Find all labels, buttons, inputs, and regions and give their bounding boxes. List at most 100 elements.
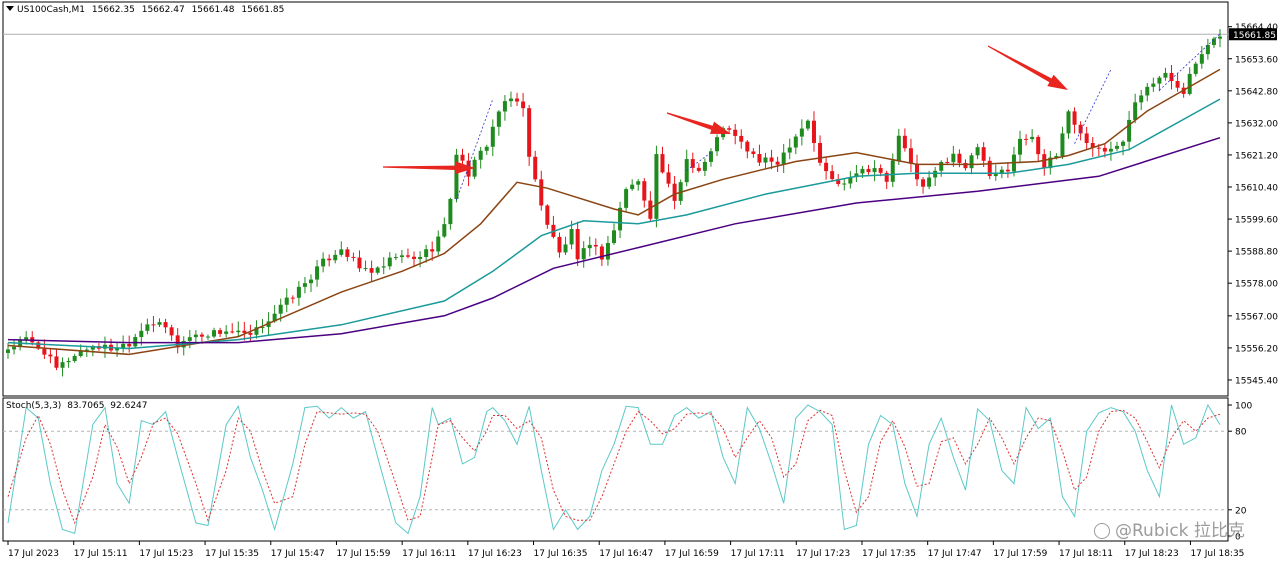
candle-body xyxy=(139,330,144,338)
candle-body xyxy=(163,322,168,328)
time-axis-label: 17 Jul 15:35 xyxy=(205,549,259,559)
candle-body xyxy=(1036,136,1041,155)
candle-body xyxy=(315,266,320,280)
candle-body xyxy=(412,256,417,259)
low-value: 15661.48 xyxy=(191,5,235,15)
price-axis-label: 15632.00 xyxy=(1235,119,1278,129)
candle-body xyxy=(575,229,580,260)
candle-body xyxy=(896,135,901,161)
candle-body xyxy=(684,159,689,183)
candle-body xyxy=(1157,77,1162,84)
menu-triangle-icon[interactable] xyxy=(6,6,14,11)
candle-body xyxy=(915,163,919,180)
candle-body xyxy=(763,157,768,163)
candle-body xyxy=(654,154,659,219)
watermark-text: @Rubick 拉比克 xyxy=(1115,521,1245,541)
candle-body xyxy=(908,148,913,164)
candle-body xyxy=(1114,145,1119,149)
candle-body xyxy=(327,258,332,261)
candle-body xyxy=(1108,148,1113,152)
candle-body xyxy=(957,153,962,163)
candle-body xyxy=(309,279,313,284)
candle-body xyxy=(769,157,774,162)
candle-body xyxy=(127,343,132,347)
candle-body xyxy=(751,151,756,155)
candle-body xyxy=(830,171,835,180)
candle-body xyxy=(569,229,574,245)
candle-body xyxy=(187,337,192,341)
candle-body xyxy=(696,167,701,171)
candle-body xyxy=(878,168,883,173)
candle-body xyxy=(1139,95,1144,103)
candle-body xyxy=(478,150,483,160)
price-axis-label: 15545.40 xyxy=(1235,376,1278,386)
candle-body xyxy=(1096,147,1101,149)
candle-body xyxy=(702,161,707,171)
candle-body xyxy=(811,120,816,143)
chart-canvas[interactable]: 15664.4015653.6015642.8015632.0015621.20… xyxy=(0,0,1280,563)
candle-body xyxy=(460,154,465,161)
candle-body xyxy=(42,348,47,355)
candle-body xyxy=(236,330,241,333)
candle-body xyxy=(1133,102,1138,120)
candle-body xyxy=(587,244,592,249)
candle-body xyxy=(1199,54,1204,64)
candle-body xyxy=(1018,138,1023,155)
stochastic-axis-label: 20 xyxy=(1235,506,1247,516)
candle-body xyxy=(351,256,356,258)
candle-body xyxy=(733,129,738,136)
candle-body xyxy=(630,184,635,190)
candle-body xyxy=(642,181,647,201)
candle-body xyxy=(921,179,926,187)
candle-body xyxy=(54,356,59,368)
candle-body xyxy=(890,160,895,182)
time-axis-label: 17 Jul 15:59 xyxy=(336,549,390,559)
watermark: @Rubick 拉比克 xyxy=(1094,516,1245,541)
candle-body xyxy=(60,362,65,368)
price-axis-label: 15621.20 xyxy=(1235,151,1278,161)
current-price-tag-label: 15661.85 xyxy=(1233,31,1276,41)
time-axis-label: 17 Jul 16:11 xyxy=(402,549,456,559)
candle-body xyxy=(799,128,804,137)
oscillator-pane-frame xyxy=(2,397,1229,542)
candle-body xyxy=(1072,111,1077,125)
candle-body xyxy=(1163,72,1168,78)
candle-body xyxy=(690,159,695,168)
candle-body xyxy=(927,177,932,187)
candle-body xyxy=(666,172,671,184)
candle-body xyxy=(739,135,744,142)
time-axis-label: 17 Jul 17:47 xyxy=(928,549,982,559)
candle-body xyxy=(6,349,10,353)
candle-body xyxy=(563,244,568,253)
candle-body xyxy=(48,354,53,357)
price-axis-label: 15567.00 xyxy=(1235,312,1278,322)
candle-body xyxy=(436,236,441,252)
candle-body xyxy=(212,330,217,337)
candle-body xyxy=(781,152,786,165)
candle-body xyxy=(296,286,301,298)
candle-body xyxy=(1211,38,1216,46)
stochastic-main-value: 83.7065 xyxy=(67,401,105,411)
candle-body xyxy=(357,257,362,269)
time-axis-label: 17 Jul 18:23 xyxy=(1125,549,1179,559)
candle-body xyxy=(951,153,956,163)
candle-body xyxy=(624,189,629,208)
candle-body xyxy=(1187,73,1192,94)
candle-body xyxy=(660,154,665,173)
candle-body xyxy=(593,244,598,247)
candle-body xyxy=(454,154,459,199)
candle-body xyxy=(399,255,404,258)
candle-body xyxy=(993,174,998,177)
candle-body xyxy=(442,224,447,237)
stochastic-label: Stoch(5,3,3) 83.7065 92.6247 xyxy=(6,401,151,411)
candle-body xyxy=(345,249,350,257)
candle-body xyxy=(248,332,253,335)
candle-body xyxy=(369,268,374,273)
candle-body xyxy=(290,297,295,299)
time-axis-label: 17 Jul 17:23 xyxy=(796,549,850,559)
candle-body xyxy=(793,136,798,148)
candle-body xyxy=(521,101,526,109)
candle-body xyxy=(545,205,550,225)
price-axis-label: 15588.80 xyxy=(1235,248,1278,258)
candle-body xyxy=(205,336,210,338)
